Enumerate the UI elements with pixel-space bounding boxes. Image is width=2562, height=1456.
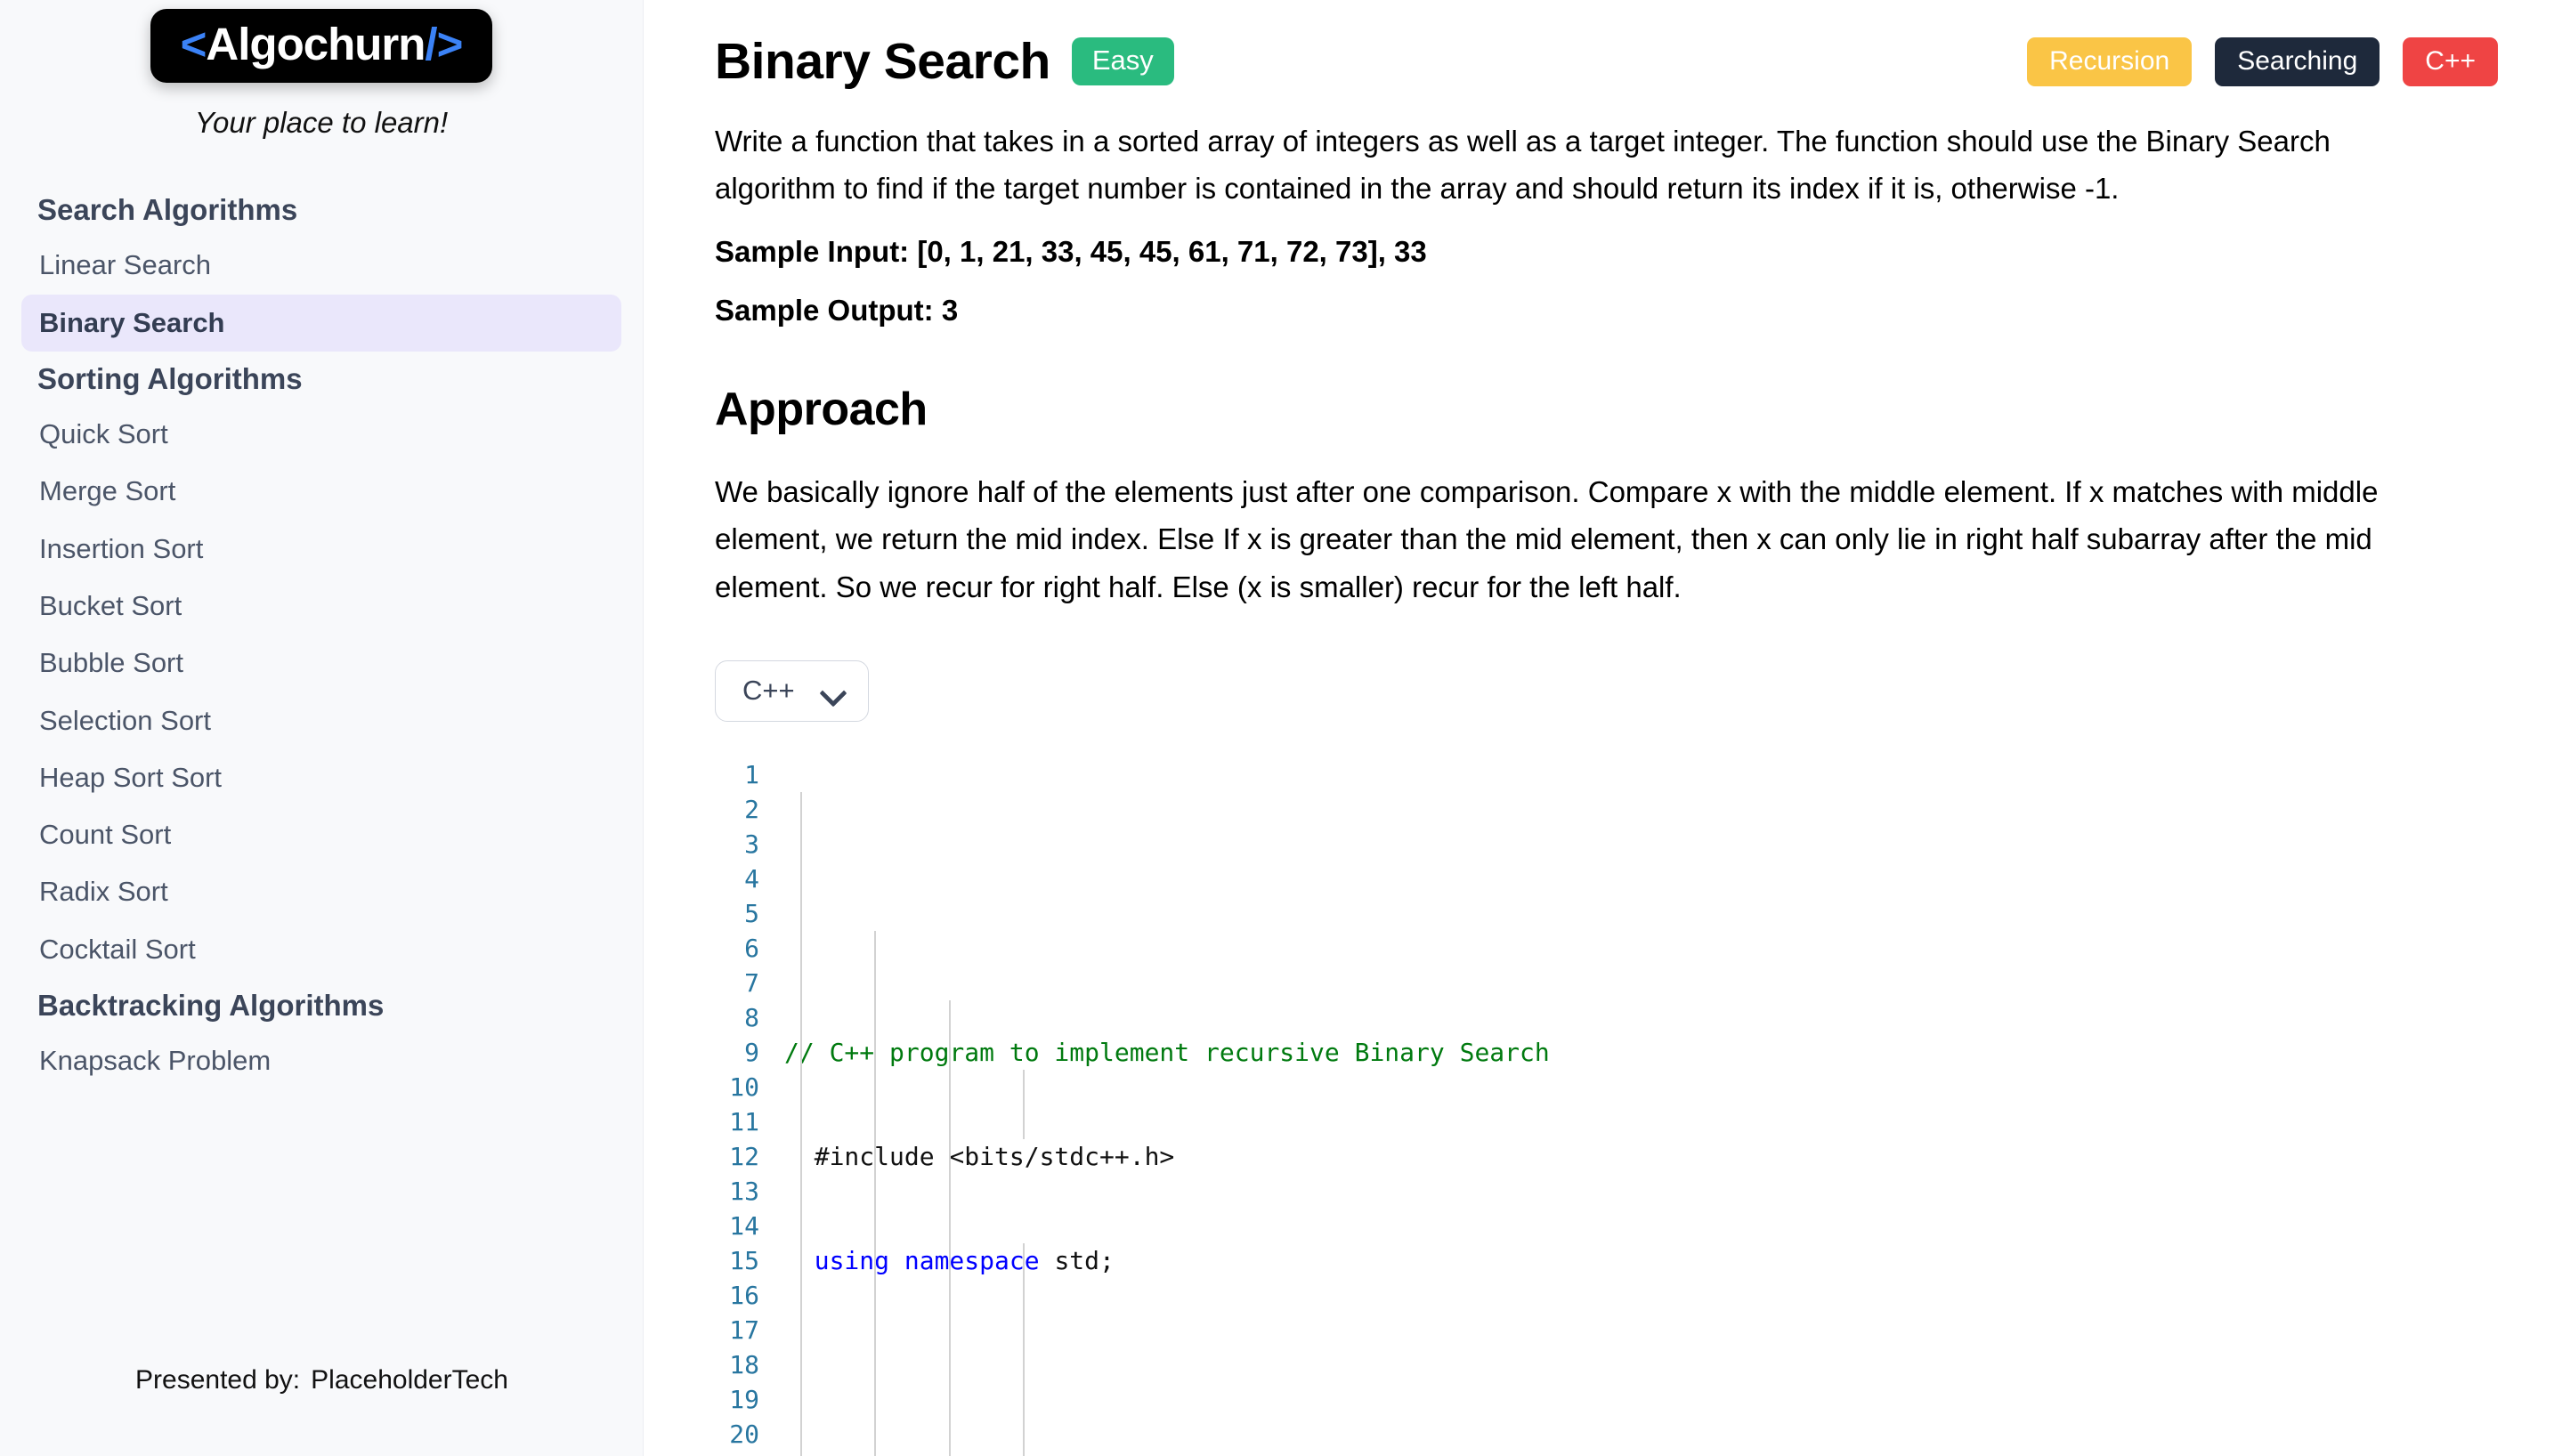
nav-group-title: Search Algorithms — [21, 182, 621, 237]
line-number: 5 — [715, 896, 759, 931]
indent-guide — [949, 1000, 951, 1456]
sidebar-footer: Presented by: PlaceholderTech — [0, 1331, 644, 1456]
site-tagline: Your place to learn! — [195, 106, 448, 140]
sidebar-item-quick-sort[interactable]: Quick Sort — [21, 406, 621, 463]
sidebar: <Algochurn/> Your place to learn! Search… — [0, 0, 644, 1456]
chevron-down-icon — [822, 684, 845, 697]
tag-recursion[interactable]: Recursion — [2027, 37, 2192, 86]
logo-name: Algochurn — [206, 19, 425, 69]
logo-right-angle: /> — [425, 19, 462, 69]
line-number: 1 — [715, 757, 759, 792]
nav-fade-overlay — [0, 1086, 643, 1184]
code-line — [784, 1347, 2498, 1382]
tag-cpp[interactable]: C++ — [2403, 37, 2498, 86]
code-line: using namespace std; — [784, 1243, 2498, 1278]
problem-description: Write a function that takes in a sorted … — [715, 117, 2446, 213]
line-number: 21 — [715, 1452, 759, 1456]
nav-group-title: Sorting Algorithms — [21, 352, 621, 406]
line-number: 17 — [715, 1313, 759, 1347]
sidebar-item-merge-sort[interactable]: Merge Sort — [21, 463, 621, 520]
line-number: 15 — [715, 1243, 759, 1278]
language-select[interactable]: C++ — [715, 660, 869, 722]
sidebar-item-radix-sort[interactable]: Radix Sort — [21, 863, 621, 920]
code-token-keyword: using namespace — [815, 1246, 1040, 1275]
nav-group-sorting-algorithms: Sorting Algorithms Quick Sort Merge Sort… — [21, 352, 621, 978]
line-number: 2 — [715, 792, 759, 827]
tag-row: Recursion Searching C++ — [2027, 37, 2498, 86]
sidebar-item-selection-sort[interactable]: Selection Sort — [21, 692, 621, 749]
algochurn-logo[interactable]: <Algochurn/> — [150, 9, 493, 83]
code-lines[interactable]: // C++ program to implement recursive Bi… — [784, 757, 2498, 1456]
sidebar-item-count-sort[interactable]: Count Sort — [21, 806, 621, 863]
app-root: <Algochurn/> Your place to learn! Search… — [0, 0, 2562, 1456]
code-line: #include <bits/stdc++.h> — [784, 1139, 2498, 1174]
sidebar-item-insertion-sort[interactable]: Insertion Sort — [21, 521, 621, 578]
sidebar-item-heap-sort[interactable]: Heap Sort Sort — [21, 749, 621, 806]
tag-searching[interactable]: Searching — [2215, 37, 2380, 86]
line-number: 6 — [715, 931, 759, 966]
nav-group-backtracking-algorithms: Backtracking Algorithms Knapsack Problem — [21, 978, 621, 1090]
line-number: 7 — [715, 966, 759, 1000]
main-content: Binary Search Easy Recursion Searching C… — [644, 0, 2562, 1456]
line-number: 13 — [715, 1174, 759, 1209]
sidebar-item-binary-search[interactable]: Binary Search — [21, 295, 621, 352]
sidebar-nav[interactable]: Search Algorithms Linear Search Binary S… — [0, 182, 643, 1184]
line-number: 16 — [715, 1278, 759, 1313]
title-wrap: Binary Search Easy — [715, 36, 1174, 87]
code-line: // C++ program to implement recursive Bi… — [784, 1035, 2498, 1070]
line-number: 11 — [715, 1104, 759, 1139]
code-token-comment: // C++ program to implement recursive Bi… — [784, 1038, 1550, 1067]
nav-group-search-algorithms: Search Algorithms Linear Search Binary S… — [21, 182, 621, 352]
line-number: 10 — [715, 1070, 759, 1104]
approach-heading: Approach — [715, 383, 2498, 436]
line-number: 8 — [715, 1000, 759, 1035]
line-number: 12 — [715, 1139, 759, 1174]
sidebar-item-bucket-sort[interactable]: Bucket Sort — [21, 578, 621, 635]
sample-input: Sample Input: [0, 1, 21, 33, 45, 45, 61,… — [715, 232, 2498, 272]
indent-guide — [800, 792, 802, 1456]
brand-block: <Algochurn/> Your place to learn! — [0, 0, 643, 140]
code-area: C++ 1 2 3 4 5 6 7 8 9 10 11 12 13 — [715, 660, 2498, 1456]
approach-text: We basically ignore half of the elements… — [715, 468, 2460, 611]
nav-group-title: Backtracking Algorithms — [21, 978, 621, 1032]
line-number: 14 — [715, 1209, 759, 1243]
indent-guide — [874, 931, 876, 1456]
code-block: 1 2 3 4 5 6 7 8 9 10 11 12 13 14 15 16 1 — [715, 757, 2498, 1456]
sidebar-item-linear-search[interactable]: Linear Search — [21, 237, 621, 294]
code-gutter: 1 2 3 4 5 6 7 8 9 10 11 12 13 14 15 16 1 — [715, 757, 784, 1456]
line-number: 4 — [715, 861, 759, 896]
sample-output: Sample Output: 3 — [715, 291, 2498, 331]
code-token-plain: std; — [1040, 1246, 1115, 1275]
line-number: 19 — [715, 1382, 759, 1417]
page-title: Binary Search — [715, 36, 1050, 87]
presenter-name: PlaceholderTech — [311, 1365, 508, 1395]
sidebar-item-knapsack-problem[interactable]: Knapsack Problem — [21, 1032, 621, 1089]
difficulty-badge: Easy — [1072, 37, 1174, 85]
line-number: 9 — [715, 1035, 759, 1070]
sidebar-item-bubble-sort[interactable]: Bubble Sort — [21, 635, 621, 692]
indent-guide — [1023, 1243, 1025, 1456]
code-line: // A recursive binary search function. I… — [784, 1452, 2498, 1456]
line-number: 18 — [715, 1347, 759, 1382]
presented-by-label: Presented by: — [135, 1365, 300, 1395]
problem-header: Binary Search Easy Recursion Searching C… — [715, 32, 2498, 91]
code-token-plain: #include <bits/stdc++.h> — [784, 1142, 1174, 1171]
logo-left-angle: < — [181, 19, 207, 69]
indent-guide — [1023, 1070, 1025, 1139]
line-number: 3 — [715, 827, 759, 861]
sidebar-item-cocktail-sort[interactable]: Cocktail Sort — [21, 921, 621, 978]
language-select-value: C++ — [742, 676, 795, 704]
line-number: 20 — [715, 1417, 759, 1452]
